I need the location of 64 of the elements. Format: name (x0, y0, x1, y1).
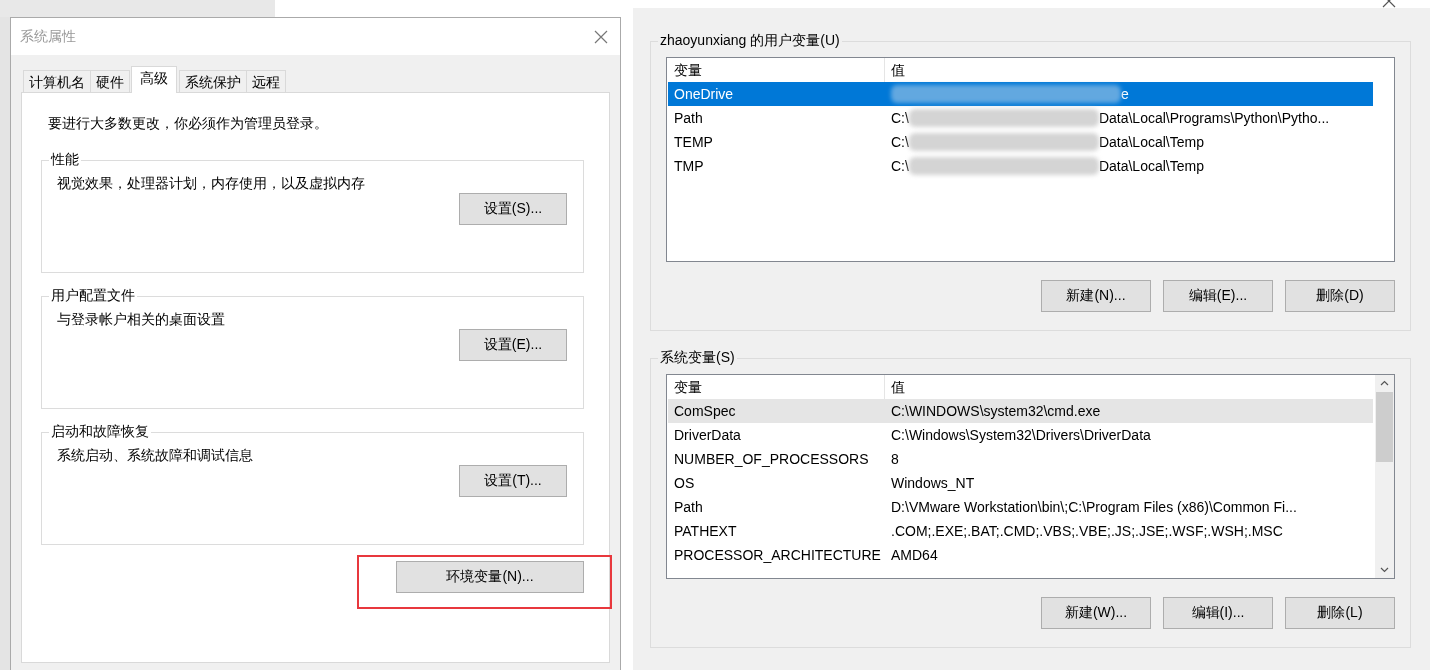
variable-value: D:\VMware Workstation\bin\;C:\Program Files (x86)\Common Fi... (891, 498, 1297, 517)
dialog-button[interactable]: 删除(L) (1285, 597, 1395, 629)
group-title: 系统变量(S) (659, 349, 736, 367)
tab[interactable]: 远程 (246, 70, 286, 93)
variable-value: 8 (891, 450, 899, 469)
notice-text: 要进行大多数更改，你必须作为管理员登录。 (48, 115, 328, 133)
variable-value: C:\WINDOWS\system32\cmd.exe (891, 402, 1101, 421)
variable-name: NUMBER_OF_PROCESSORS (673, 450, 870, 469)
variable-name: PATHEXT (673, 522, 738, 541)
tab[interactable]: 高级 (131, 66, 177, 93)
dialog-button[interactable]: 新建(W)... (1041, 597, 1151, 629)
variable-value: AMD64 (891, 546, 938, 565)
list-row[interactable]: Path D:\VMware Workstation\bin\;C:\Program Files (x86)\Common Fi... (668, 495, 1373, 519)
environment-variables-button[interactable]: 环境变量(N)... (396, 561, 584, 593)
variable-name: OS (673, 474, 696, 493)
group-title: 启动和故障恢复 (50, 423, 150, 441)
variable-name: OneDrive (673, 85, 735, 104)
group-title: 性能 (49, 151, 80, 169)
variable-value: Windows_NT (891, 474, 975, 493)
list-row[interactable]: NUMBER_OF_PROCESSORS 8 (668, 447, 1373, 471)
variable-value: C:\ (891, 109, 909, 128)
group-description: 与登录帐户相关的桌面设置 (57, 311, 225, 329)
variable-value: Data\Local\Temp (1098, 133, 1204, 152)
group-title: zhaoyunxiang 的用户变量(U) (659, 32, 841, 50)
group-title: 用户配置文件 (50, 287, 136, 305)
variable-name: ComSpec (673, 402, 737, 421)
dialog-button[interactable]: 编辑(E)... (1163, 280, 1273, 312)
column-header[interactable]: 值 (885, 58, 905, 82)
scrollbar[interactable] (1375, 375, 1394, 578)
variable-value: Data\Local\Temp (1098, 157, 1204, 176)
variable-name: TMP (673, 157, 705, 176)
list-row[interactable]: DriverData C:\Windows\System32\Drivers\DriverData (668, 423, 1373, 447)
variable-value: C:\ (891, 157, 909, 176)
variable-value: e (1121, 85, 1129, 104)
settings-button[interactable]: 设置(S)... (459, 193, 567, 225)
variable-name: PROCESSOR_ARCHITECTURE (673, 546, 882, 565)
variable-value: Data\Local\Programs\Python\Pytho... (1098, 109, 1330, 128)
dialog-button[interactable]: 新建(N)... (1041, 280, 1151, 312)
dialog-button[interactable]: 编辑(I)... (1163, 597, 1273, 629)
list-row[interactable]: OneDrive e (668, 82, 1373, 106)
variable-name: Path (673, 498, 704, 517)
list-row[interactable]: Path C:\ Data\Local\Programs\Python\Pytho... (668, 106, 1373, 130)
settings-button[interactable]: 设置(E)... (459, 329, 567, 361)
variable-name: TEMP (673, 133, 714, 152)
list-row[interactable]: OS Windows_NT (668, 471, 1373, 495)
settings-button[interactable]: 设置(T)... (459, 465, 567, 497)
list-row[interactable]: PROCESSOR_ARCHITECTURE AMD64 (668, 543, 1373, 567)
variable-value: C:\ (891, 133, 909, 152)
tab[interactable]: 计算机名 (23, 70, 91, 93)
list-row[interactable]: TEMP C:\ Data\Local\Temp (668, 130, 1373, 154)
dialog-button[interactable]: 删除(D) (1285, 280, 1395, 312)
window-title: 系统属性 (20, 27, 76, 46)
group-description: 视觉效果，处理器计划，内存使用，以及虚拟内存 (57, 175, 365, 193)
variable-name: DriverData (673, 426, 742, 445)
tab[interactable]: 硬件 (90, 70, 130, 93)
variable-value: C:\Windows\System32\Drivers\DriverData (891, 426, 1151, 445)
list-row[interactable]: ComSpec C:\WINDOWS\system32\cmd.exe (668, 399, 1373, 423)
group-description: 系统启动、系统故障和调试信息 (57, 447, 253, 465)
variable-name: Path (673, 109, 704, 128)
list-row[interactable]: PATHEXT .COM;.EXE;.BAT;.CMD;.VBS;.VBE;.JS;.JSE;.WSF;.WSH;.MSC (668, 519, 1373, 543)
list-row[interactable]: TMP C:\ Data\Local\Temp (668, 154, 1373, 178)
variable-value: .COM;.EXE;.BAT;.CMD;.VBS;.VBE;.JS;.JSE;.WSF;.WSH;.MSC (891, 522, 1283, 541)
tab[interactable]: 系统保护 (179, 70, 247, 93)
column-header[interactable]: 值 (885, 375, 905, 399)
